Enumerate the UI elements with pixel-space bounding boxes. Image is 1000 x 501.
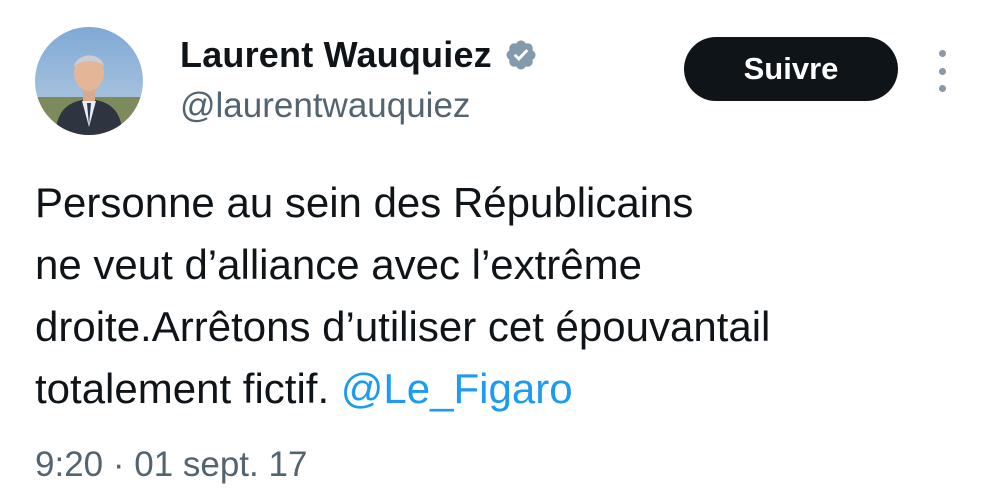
tweet-line: droite.Arrêtons d’utiliser cet épouvanta…	[35, 303, 771, 350]
author-handle[interactable]: @laurentwauquiez	[180, 84, 470, 128]
more-dot	[938, 85, 946, 92]
tweet-line: Personne au sein des Républicains	[35, 179, 694, 226]
mention-link[interactable]: @Le_Figaro	[341, 365, 573, 412]
tweet-text: Personne au sein des Républicains ne veu…	[35, 172, 985, 420]
tweet-line-text: totalement fictif.	[35, 365, 341, 412]
verified-badge-icon	[504, 38, 538, 72]
author-display-name[interactable]: Laurent Wauquiez	[180, 33, 492, 77]
more-options-icon[interactable]	[928, 50, 956, 92]
tweet-timestamp[interactable]: 9:20 · 01 sept. 17	[35, 442, 307, 488]
more-dot	[938, 67, 946, 75]
tweet-line: ne veut d’alliance avec l’extrême	[35, 241, 642, 288]
more-dot	[938, 50, 946, 57]
avatar-photo	[35, 27, 143, 135]
tweet-card: Laurent Wauquiez @laurentwauquiez Suivre…	[0, 0, 1000, 501]
follow-button[interactable]: Suivre	[684, 37, 898, 101]
tweet-line-last: totalement fictif. @Le_Figaro	[35, 358, 985, 420]
author-name-row: Laurent Wauquiez	[180, 33, 538, 77]
avatar[interactable]	[35, 27, 143, 135]
